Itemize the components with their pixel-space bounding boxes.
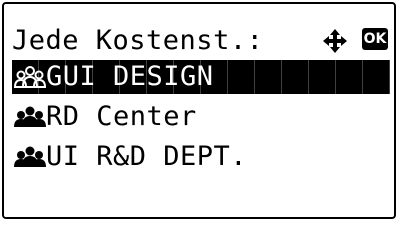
ok-button[interactable]: OK xyxy=(362,28,388,50)
menu-item-label: GUI DESIGN xyxy=(46,61,214,92)
lcd-screen: Jede Kostenst.: OK GUI DESIGN RD Center … xyxy=(2,2,396,219)
header: Jede Kostenst.: OK xyxy=(12,18,388,58)
menu-item-gui-design[interactable]: GUI DESIGN xyxy=(12,60,390,94)
group-icon xyxy=(14,106,46,127)
menu-list: GUI DESIGN RD Center UI R&D DEPT. xyxy=(12,60,390,180)
group-icon xyxy=(14,146,46,167)
menu-item-ui-rd-dept[interactable]: UI R&D DEPT. xyxy=(12,140,390,174)
menu-item-label: RD Center xyxy=(46,101,197,132)
menu-item-rd-center[interactable]: RD Center xyxy=(12,100,390,134)
four-way-arrow-icon xyxy=(323,29,347,53)
group-icon xyxy=(14,66,46,88)
menu-item-label: UI R&D DEPT. xyxy=(46,141,248,172)
page-title: Jede Kostenst.: xyxy=(12,25,264,56)
